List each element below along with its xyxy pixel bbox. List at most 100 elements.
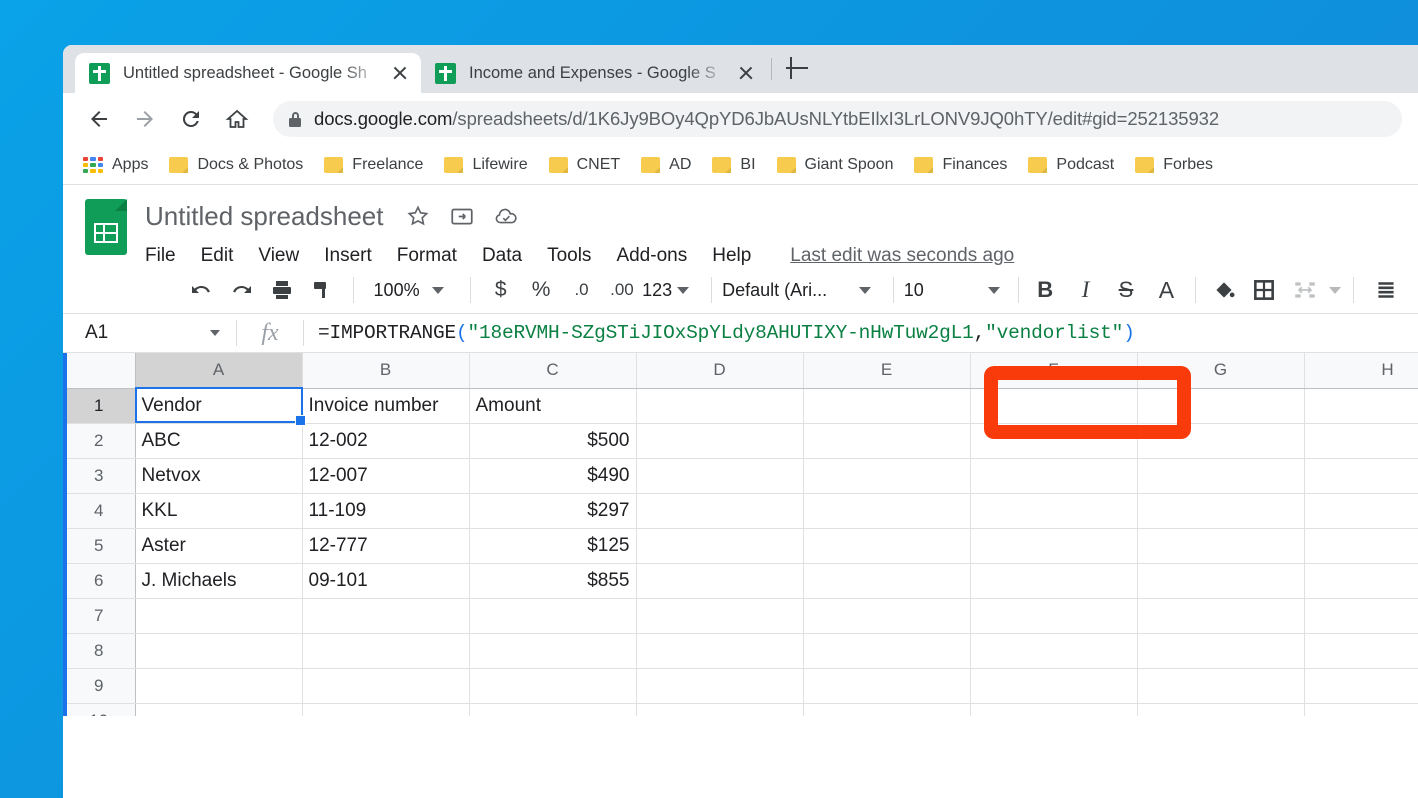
cell-A6[interactable]: J. Michaels bbox=[135, 563, 302, 598]
name-box[interactable]: A1 bbox=[63, 314, 236, 352]
column-header-c[interactable]: C bbox=[469, 353, 636, 388]
browser-tab-2[interactable]: Income and Expenses - Google S bbox=[421, 53, 767, 93]
bookmark-apps[interactable]: Apps bbox=[83, 156, 148, 174]
cell-C7[interactable] bbox=[469, 598, 636, 633]
bookmark-finances[interactable]: Finances bbox=[914, 156, 1007, 174]
cell-F7[interactable] bbox=[970, 598, 1137, 633]
menu-help[interactable]: Help bbox=[712, 245, 751, 267]
cell-C5[interactable]: $125 bbox=[469, 528, 636, 563]
more-options-icon[interactable] bbox=[1366, 272, 1406, 308]
menu-view[interactable]: View bbox=[258, 245, 299, 267]
last-edit-status[interactable]: Last edit was seconds ago bbox=[790, 245, 1014, 267]
row-header-10[interactable]: 10 bbox=[63, 703, 135, 716]
menu-data[interactable]: Data bbox=[482, 245, 522, 267]
row-header-6[interactable]: 6 bbox=[63, 563, 135, 598]
close-icon[interactable] bbox=[735, 62, 757, 84]
cell-F9[interactable] bbox=[970, 668, 1137, 703]
menu-tools[interactable]: Tools bbox=[547, 245, 591, 267]
cell-G8[interactable] bbox=[1137, 633, 1304, 668]
row-header-2[interactable]: 2 bbox=[63, 423, 135, 458]
cell-C6[interactable]: $855 bbox=[469, 563, 636, 598]
address-bar[interactable]: docs.google.com/spreadsheets/d/1K6Jy9BOy… bbox=[273, 101, 1402, 137]
row-header-8[interactable]: 8 bbox=[63, 633, 135, 668]
borders-icon[interactable] bbox=[1244, 272, 1284, 308]
home-icon[interactable] bbox=[217, 99, 257, 139]
fill-color-icon[interactable] bbox=[1204, 272, 1244, 308]
row-header-7[interactable]: 7 bbox=[63, 598, 135, 633]
column-header-e[interactable]: E bbox=[803, 353, 970, 388]
cell-E3[interactable] bbox=[803, 458, 970, 493]
font-selector[interactable]: Default (Ari... bbox=[722, 272, 883, 308]
cell-H5[interactable] bbox=[1304, 528, 1418, 563]
font-size-selector[interactable]: 10 bbox=[904, 272, 1012, 308]
currency-format-button[interactable]: $ bbox=[481, 272, 521, 308]
redo-icon[interactable] bbox=[221, 272, 261, 308]
cell-D5[interactable] bbox=[636, 528, 803, 563]
column-header-b[interactable]: B bbox=[302, 353, 469, 388]
cell-F4[interactable] bbox=[970, 493, 1137, 528]
cell-G9[interactable] bbox=[1137, 668, 1304, 703]
cell-G4[interactable] bbox=[1137, 493, 1304, 528]
cell-B1[interactable]: Invoice number bbox=[302, 388, 469, 423]
cell-G2[interactable] bbox=[1137, 423, 1304, 458]
cell-G6[interactable] bbox=[1137, 563, 1304, 598]
cell-E10[interactable] bbox=[803, 703, 970, 716]
italic-button[interactable]: I bbox=[1065, 272, 1105, 308]
cell-C9[interactable] bbox=[469, 668, 636, 703]
more-formats-selector[interactable]: 123 bbox=[642, 272, 689, 308]
chevron-down-icon[interactable] bbox=[210, 330, 220, 336]
cell-A2[interactable]: ABC bbox=[135, 423, 302, 458]
cell-B9[interactable] bbox=[302, 668, 469, 703]
cell-H3[interactable] bbox=[1304, 458, 1418, 493]
cell-A8[interactable] bbox=[135, 633, 302, 668]
cell-G7[interactable] bbox=[1137, 598, 1304, 633]
undo-icon[interactable] bbox=[181, 272, 221, 308]
bookmark-lifewire[interactable]: Lifewire bbox=[444, 156, 527, 174]
cell-D1[interactable] bbox=[636, 388, 803, 423]
new-tab-button[interactable] bbox=[780, 51, 814, 85]
cell-F1[interactable] bbox=[970, 388, 1137, 423]
cell-F6[interactable] bbox=[970, 563, 1137, 598]
cell-E8[interactable] bbox=[803, 633, 970, 668]
cell-E9[interactable] bbox=[803, 668, 970, 703]
menu-insert[interactable]: Insert bbox=[324, 245, 372, 267]
bookmark-bi[interactable]: BI bbox=[712, 156, 755, 174]
chevron-down-icon[interactable] bbox=[1329, 287, 1341, 294]
cell-B6[interactable]: 09-101 bbox=[302, 563, 469, 598]
cell-E4[interactable] bbox=[803, 493, 970, 528]
bookmark-freelance[interactable]: Freelance bbox=[324, 156, 423, 174]
cell-H2[interactable] bbox=[1304, 423, 1418, 458]
cell-C4[interactable]: $297 bbox=[469, 493, 636, 528]
cell-C10[interactable] bbox=[469, 703, 636, 716]
cell-C3[interactable]: $490 bbox=[469, 458, 636, 493]
bookmark-podcast[interactable]: Podcast bbox=[1028, 156, 1114, 174]
cell-B10[interactable] bbox=[302, 703, 469, 716]
cell-A4[interactable]: KKL bbox=[135, 493, 302, 528]
cell-D2[interactable] bbox=[636, 423, 803, 458]
column-header-f[interactable]: F bbox=[970, 353, 1137, 388]
cell-G3[interactable] bbox=[1137, 458, 1304, 493]
column-header-d[interactable]: D bbox=[636, 353, 803, 388]
text-color-button[interactable]: A bbox=[1146, 272, 1186, 308]
bookmark-forbes[interactable]: Forbes bbox=[1135, 156, 1213, 174]
cell-B5[interactable]: 12-777 bbox=[302, 528, 469, 563]
cell-G10[interactable] bbox=[1137, 703, 1304, 716]
forward-arrow-icon[interactable] bbox=[125, 99, 165, 139]
cell-H1[interactable] bbox=[1304, 388, 1418, 423]
cell-C8[interactable] bbox=[469, 633, 636, 668]
cell-B8[interactable] bbox=[302, 633, 469, 668]
paint-format-icon[interactable] bbox=[302, 272, 342, 308]
cell-G1[interactable] bbox=[1137, 388, 1304, 423]
star-icon[interactable] bbox=[405, 203, 431, 229]
cell-F8[interactable] bbox=[970, 633, 1137, 668]
move-to-folder-icon[interactable] bbox=[449, 203, 475, 229]
cell-A7[interactable] bbox=[135, 598, 302, 633]
bold-button[interactable]: B bbox=[1025, 272, 1065, 308]
select-all-corner[interactable] bbox=[63, 353, 135, 388]
cell-H7[interactable] bbox=[1304, 598, 1418, 633]
increase-decimal-button[interactable]: .00 bbox=[602, 272, 642, 308]
bookmark-cnet[interactable]: CNET bbox=[549, 156, 621, 174]
back-arrow-icon[interactable] bbox=[79, 99, 119, 139]
cell-H10[interactable] bbox=[1304, 703, 1418, 716]
column-header-g[interactable]: G bbox=[1137, 353, 1304, 388]
